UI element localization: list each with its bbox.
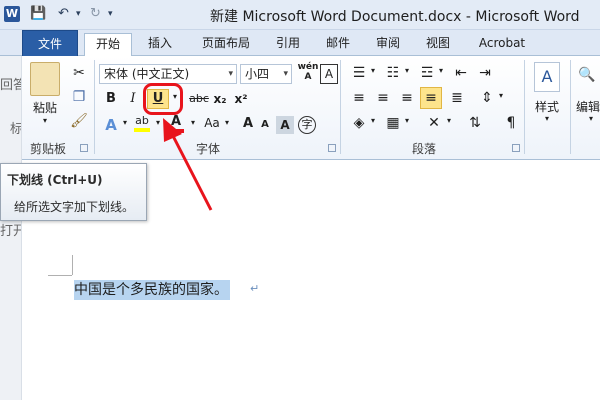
annotation-arrow	[163, 118, 213, 211]
annotation-arrow-head	[163, 118, 182, 142]
annotation-arrow-shaft	[169, 131, 213, 211]
